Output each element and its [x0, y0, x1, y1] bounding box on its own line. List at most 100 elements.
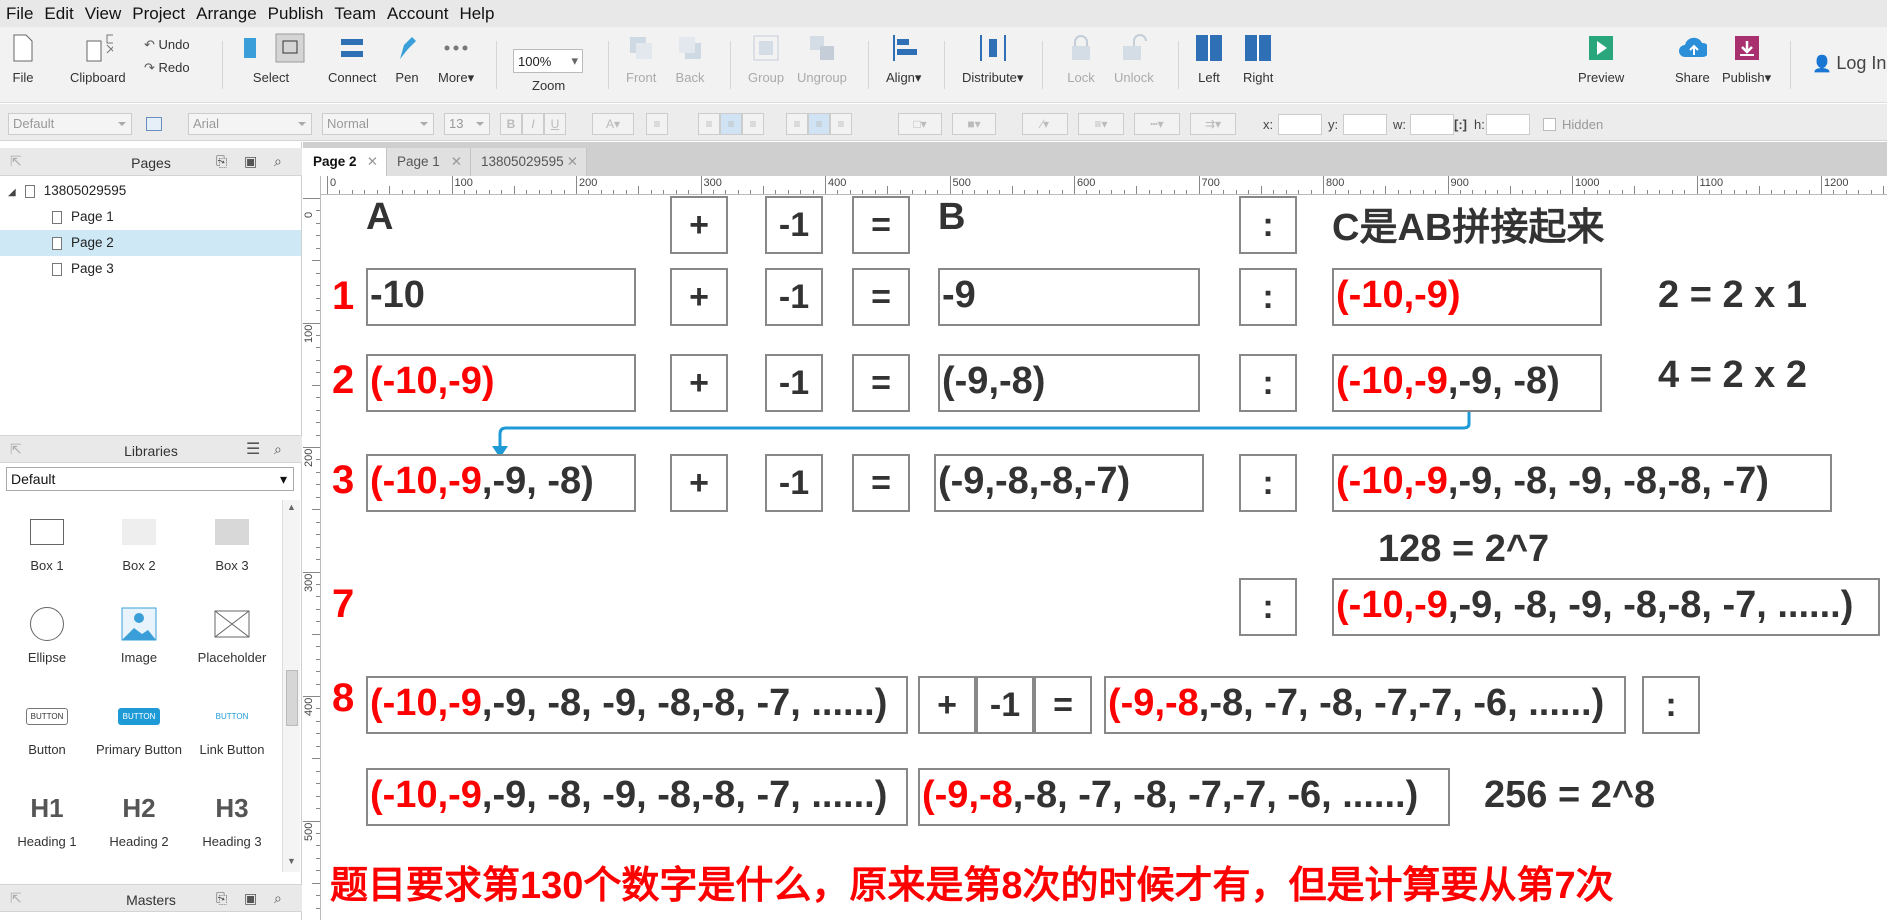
- op-minus1[interactable]: -1: [765, 268, 823, 326]
- shadow-icon[interactable]: ■▾: [952, 113, 996, 135]
- hidden-checkbox[interactable]: [1543, 118, 1556, 131]
- widget-button[interactable]: BUTTON Button: [0, 694, 94, 757]
- h-input[interactable]: [1486, 114, 1530, 135]
- cell-c[interactable]: (-10,-9,-9, -8, -9, -8,-8, -7, ......): [1332, 578, 1880, 636]
- tree-page-1[interactable]: Page 1: [0, 204, 301, 230]
- more-button[interactable]: More▾: [438, 33, 474, 86]
- tab-page-1[interactable]: Page 1 ✕: [387, 148, 471, 176]
- connect-button[interactable]: Connect: [328, 33, 376, 85]
- publish-button[interactable]: Publish▾: [1722, 33, 1771, 86]
- close-icon[interactable]: ✕: [451, 148, 462, 176]
- tree-page-2[interactable]: Page 2: [0, 230, 301, 256]
- cell-b[interactable]: -9: [938, 268, 1200, 326]
- arrow-style-icon[interactable]: ⇉▾: [1190, 113, 1236, 135]
- cell-c[interactable]: (-10,-9,-9, -8, -9, -8,-8, -7): [1332, 454, 1832, 512]
- login-button[interactable]: 👤 Log In: [1812, 53, 1886, 74]
- align-bottom-icon[interactable]: ≡: [830, 113, 852, 135]
- design-canvas[interactable]: A + -1 = B : C是AB拼接起来 1 -10 + -1 = -9 : …: [322, 196, 1887, 920]
- op-minus1[interactable]: -1: [765, 196, 823, 254]
- op-colon[interactable]: :: [1239, 196, 1297, 254]
- align-button[interactable]: Align▾: [886, 33, 921, 86]
- widget-box-2[interactable]: Box 2: [92, 510, 186, 573]
- redo-button[interactable]: ↷ Redo: [144, 60, 190, 76]
- w-input[interactable]: [1410, 114, 1454, 135]
- menu-view[interactable]: View: [85, 4, 122, 24]
- undo-button[interactable]: ↶ Undo: [144, 37, 190, 53]
- op-colon[interactable]: :: [1239, 354, 1297, 412]
- widget-ellipse[interactable]: Ellipse: [0, 602, 94, 665]
- menu-icon[interactable]: ☰: [246, 439, 260, 459]
- op-plus[interactable]: +: [670, 454, 728, 512]
- line-style-icon[interactable]: ┅▾: [1134, 113, 1180, 135]
- line-color-icon[interactable]: ∕▾: [1022, 113, 1068, 135]
- widget-heading-2[interactable]: H2 Heading 2: [92, 786, 186, 850]
- search-icon[interactable]: ⌕: [274, 153, 282, 170]
- zoom-select[interactable]: 100% ▾: [513, 49, 583, 73]
- format-painter-icon[interactable]: [146, 117, 162, 131]
- op-colon[interactable]: :: [1239, 578, 1297, 636]
- unlock-button[interactable]: Unlock: [1114, 33, 1154, 85]
- align-middle-icon[interactable]: ≡: [808, 113, 830, 135]
- tab-13805029595[interactable]: 13805029595 ✕: [471, 148, 587, 176]
- op-plus[interactable]: +: [918, 676, 976, 734]
- lock-button[interactable]: Lock: [1066, 33, 1096, 85]
- op-minus1[interactable]: -1: [765, 454, 823, 512]
- distribute-button[interactable]: Distribute▾: [962, 33, 1023, 86]
- op-plus[interactable]: +: [670, 354, 728, 412]
- style-select[interactable]: Default: [8, 113, 132, 135]
- widget-primary-button[interactable]: BUTTON Primary Button: [92, 694, 186, 757]
- add-folder-icon[interactable]: ▣: [244, 153, 257, 170]
- scroll-down-icon[interactable]: ▼: [287, 856, 296, 866]
- font-size-select[interactable]: 13: [444, 113, 490, 135]
- share-button[interactable]: Share: [1675, 33, 1710, 85]
- menu-arrange[interactable]: Arrange: [196, 4, 256, 24]
- align-center-icon[interactable]: ≡: [720, 113, 742, 135]
- cell-c[interactable]: (-10,-9): [1332, 268, 1602, 326]
- group-button[interactable]: Group: [748, 33, 784, 85]
- cell-a[interactable]: (-10,-9,-9, -8, -9, -8,-8, -7, ......): [366, 768, 908, 826]
- tab-page-2[interactable]: Page 2 ✕: [303, 148, 387, 176]
- constrain-proportions-icon[interactable]: [:]: [1454, 117, 1467, 132]
- select-button[interactable]: Select: [236, 33, 306, 85]
- op-minus1[interactable]: -1: [976, 676, 1034, 734]
- bullet-list-icon[interactable]: ≡: [646, 113, 668, 135]
- font-color-icon[interactable]: A▾: [592, 113, 634, 135]
- op-colon[interactable]: :: [1239, 454, 1297, 512]
- menu-project[interactable]: Project: [132, 4, 185, 24]
- op-colon[interactable]: :: [1642, 676, 1700, 734]
- cell-a[interactable]: (-10,-9): [366, 354, 636, 412]
- library-select[interactable]: Default ▾: [6, 467, 294, 491]
- right-button[interactable]: Right: [1243, 33, 1273, 85]
- menu-team[interactable]: Team: [334, 4, 376, 24]
- font-weight-select[interactable]: Normal: [322, 113, 434, 135]
- line-weight-icon[interactable]: ≡▾: [1078, 113, 1124, 135]
- op-equals[interactable]: =: [1034, 676, 1092, 734]
- pen-button[interactable]: Pen: [392, 33, 422, 85]
- op-minus1[interactable]: -1: [765, 354, 823, 412]
- font-family-select[interactable]: Arial: [188, 113, 312, 135]
- cell-b[interactable]: (-9,-8,-8,-7): [934, 454, 1204, 512]
- library-scrollbar[interactable]: ▲ ▼: [282, 500, 300, 872]
- cell-b[interactable]: (-9,-8,-8, -7, -8, -7,-7, -6, ......): [918, 768, 1450, 826]
- front-button[interactable]: Front: [626, 33, 656, 85]
- align-left-icon[interactable]: ≡: [698, 113, 720, 135]
- cell-c[interactable]: (-10,-9,-9, -8): [1332, 354, 1602, 412]
- widget-box-3[interactable]: Box 3: [185, 510, 279, 573]
- menu-edit[interactable]: Edit: [44, 4, 73, 24]
- add-master-icon[interactable]: ⎘: [216, 890, 227, 907]
- underline-icon[interactable]: U: [544, 113, 566, 135]
- close-icon[interactable]: ✕: [567, 148, 578, 176]
- fill-color-icon[interactable]: □▾: [898, 113, 942, 135]
- align-top-icon[interactable]: ≡: [786, 113, 808, 135]
- bold-icon[interactable]: B: [500, 113, 522, 135]
- file-button[interactable]: File: [8, 33, 38, 85]
- cell-b[interactable]: (-9,-8): [938, 354, 1200, 412]
- back-button[interactable]: Back: [675, 33, 705, 85]
- widget-heading-3[interactable]: H3 Heading 3: [185, 786, 279, 850]
- cell-a[interactable]: (-10,-9,-9, -8): [366, 454, 636, 512]
- cell-b[interactable]: (-9,-8,-8, -7, -8, -7,-7, -6, ......): [1104, 676, 1626, 734]
- tree-root[interactable]: ◢ 13805029595: [0, 178, 301, 204]
- italic-icon[interactable]: I: [522, 113, 544, 135]
- expand-triangle-icon[interactable]: ◢: [8, 180, 16, 206]
- op-plus[interactable]: +: [670, 196, 728, 254]
